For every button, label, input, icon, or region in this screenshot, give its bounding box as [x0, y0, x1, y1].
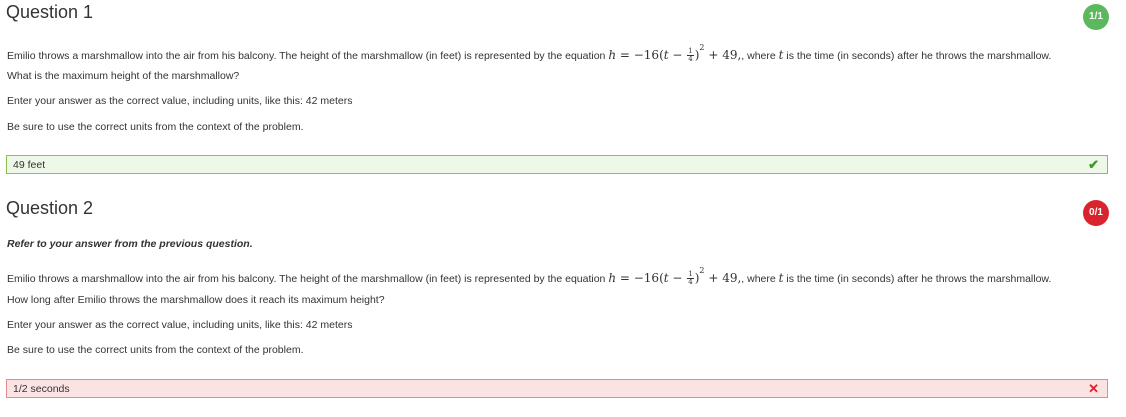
- check-icon: ✔: [1088, 157, 1099, 172]
- question-title: Question 2: [6, 198, 94, 218]
- answer-value: 49 feet: [13, 159, 46, 171]
- answer-field[interactable]: 49 feet ✔: [6, 155, 1108, 174]
- units-note: Be sure to use the correct units from th…: [7, 121, 304, 133]
- question-prompt: What is the maximum height of the marshm…: [7, 70, 240, 82]
- cross-icon: ✕: [1088, 381, 1099, 396]
- answer-value: 1/2 seconds: [13, 383, 70, 395]
- problem-statement: Emilio throws a marshmallow into the air…: [7, 43, 1052, 63]
- question-1: Question 1 1/1 Emilio throws a marshmall…: [0, 0, 1126, 190]
- problem-statement: Emilio throws a marshmallow into the air…: [7, 266, 1052, 286]
- score-badge: 0/1: [1083, 200, 1109, 226]
- units-note: Be sure to use the correct units from th…: [7, 344, 304, 356]
- question-title: Question 1: [6, 2, 94, 22]
- answer-instruction: Enter your answer as the correct value, …: [7, 319, 353, 331]
- problem-text: Emilio throws a marshmallow into the air…: [7, 273, 609, 285]
- height-equation: h = −16(t − 1 4)2 + 49,: [608, 266, 742, 286]
- score-badge: 1/1: [1083, 4, 1109, 30]
- height-equation: h = −16(t − 1 4)2 + 49,: [608, 43, 742, 63]
- answer-instruction: Enter your answer as the correct value, …: [7, 95, 353, 107]
- refer-note: Refer to your answer from the previous q…: [7, 238, 253, 250]
- question-prompt: How long after Emilio throws the marshma…: [7, 294, 385, 306]
- problem-text: Emilio throws a marshmallow into the air…: [7, 50, 609, 62]
- answer-field[interactable]: 1/2 seconds ✕: [6, 379, 1108, 398]
- question-2: Question 2 0/1 Refer to your answer from…: [0, 190, 1126, 417]
